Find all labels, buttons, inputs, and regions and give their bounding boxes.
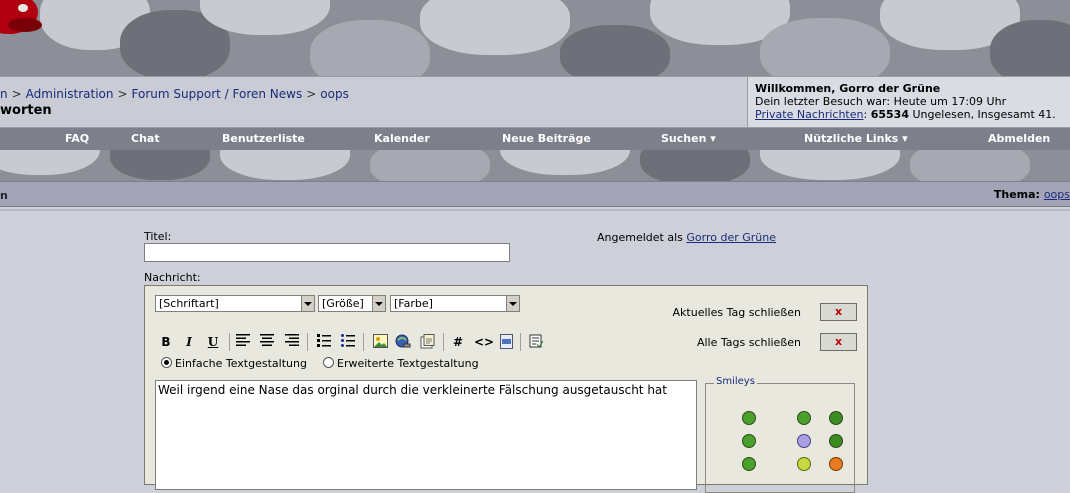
nav-useful-links[interactable]: Nützliche Links ▾ [804, 132, 908, 145]
topic-label: Thema: oops [993, 188, 1070, 201]
radio-unselected-icon [323, 357, 334, 368]
hash-button[interactable]: # [450, 334, 466, 350]
smiley-confused-icon[interactable] [797, 434, 811, 448]
breadcrumb: n > Administration > Forum Support / Foren N… [0, 87, 349, 101]
last-visit-text: Dein letzter Besuch war: Heute um 17:09 … [755, 95, 1007, 108]
nav-logout[interactable]: Abmelden [988, 132, 1050, 145]
smiley-teeth-icon[interactable] [742, 434, 756, 448]
color-select[interactable]: [Farbe] [390, 295, 520, 312]
welcome-greeting: Willkommen, Gorro der Grüne [755, 82, 941, 95]
page-title: worten [0, 103, 52, 118]
radio-selected-icon [161, 357, 172, 368]
private-messages-line: Private Nachrichten: 65534 Ungelesen, In… [755, 108, 1056, 121]
topic-bar: n Thema: oops [0, 181, 1070, 207]
close-all-tags-button[interactable]: x [820, 333, 857, 351]
breadcrumb-bar: n > Administration > Forum Support / Foren N… [0, 76, 1070, 128]
chevron-down-icon [506, 296, 519, 311]
main-navbar: FAQ Chat Benutzerliste Kalender Neue Bei… [0, 128, 1070, 150]
topic-bar-left: n [0, 189, 8, 202]
logged-in-user-link[interactable]: Gorro der Grüne [686, 231, 776, 244]
nav-chat[interactable]: Chat [131, 132, 160, 145]
spellcheck-icon[interactable] [528, 334, 544, 350]
advanced-mode-radio[interactable]: Erweiterte Textgestaltung [323, 357, 479, 370]
message-textarea[interactable]: Weil irgend eine Nase das orginal durch … [155, 380, 697, 490]
chevron-down-icon [301, 296, 314, 311]
logged-in-info: Angemeldet als Gorro der Grüne [597, 231, 776, 244]
chevron-down-icon [372, 296, 385, 311]
smileys-legend: Smileys [714, 376, 757, 387]
nav-memberlist[interactable]: Benutzerliste [222, 132, 305, 145]
topic-link[interactable]: oops [1044, 188, 1070, 201]
align-right-icon[interactable] [284, 334, 300, 350]
private-messages-link[interactable]: Private Nachrichten [755, 108, 864, 121]
smiley-cool-icon[interactable] [829, 434, 843, 448]
smiley-surprised-icon[interactable] [829, 411, 843, 425]
message-editor: [Schriftart] [Größe] [Farbe] Aktuelles T… [144, 285, 868, 493]
font-select[interactable]: [Schriftart] [155, 295, 315, 312]
italic-button[interactable]: I [181, 334, 197, 350]
message-label: Nachricht: [144, 271, 201, 284]
align-left-icon[interactable] [235, 334, 251, 350]
underline-button[interactable]: U [205, 334, 221, 350]
pm-unread-count: 65534 [870, 108, 909, 121]
title-input[interactable] [144, 243, 510, 262]
quote-icon[interactable] [419, 334, 435, 350]
breadcrumb-forum-support[interactable]: Forum Support / Foren News [132, 87, 303, 101]
close-all-tags-label: Alle Tags schließen [696, 336, 801, 349]
close-current-tag-label: Aktuelles Tag schließen [672, 306, 801, 319]
link-icon[interactable] [395, 334, 411, 350]
numbered-list-icon[interactable] [316, 334, 332, 350]
header-banner [0, 0, 1070, 76]
simple-mode-radio[interactable]: Einfache Textgestaltung [161, 357, 307, 370]
nav-faq[interactable]: FAQ [65, 132, 89, 145]
nav-search[interactable]: Suchen ▾ [661, 132, 716, 145]
banner-strip [0, 150, 1070, 181]
smiley-grin-icon[interactable] [797, 411, 811, 425]
nav-calendar[interactable]: Kalender [374, 132, 430, 145]
post-form: Titel: Angemeldet als Gorro der Grüne Na… [0, 209, 1070, 493]
welcome-box: Willkommen, Gorro der Grüne Dein letzter… [747, 77, 1070, 127]
bold-button[interactable]: B [158, 334, 174, 350]
nav-new-posts[interactable]: Neue Beiträge [502, 132, 591, 145]
image-icon[interactable] [372, 334, 388, 350]
breadcrumb-home[interactable]: n [0, 87, 8, 101]
breadcrumb-oops[interactable]: oops [320, 87, 349, 101]
breadcrumb-administration[interactable]: Administration [26, 87, 114, 101]
close-current-tag-button[interactable]: x [820, 303, 857, 321]
code-button[interactable]: <> [474, 334, 494, 350]
pm-status: Ungelesen, Insgesamt 41. [912, 108, 1056, 121]
php-code-icon[interactable] [498, 334, 514, 350]
align-center-icon[interactable] [259, 334, 275, 350]
size-select[interactable]: [Größe] [318, 295, 386, 312]
smiley-smile-icon[interactable] [742, 411, 756, 425]
bullet-list-icon[interactable] [340, 334, 356, 350]
smileys-panel: Smileys [705, 376, 855, 493]
title-label: Titel: [144, 230, 172, 243]
